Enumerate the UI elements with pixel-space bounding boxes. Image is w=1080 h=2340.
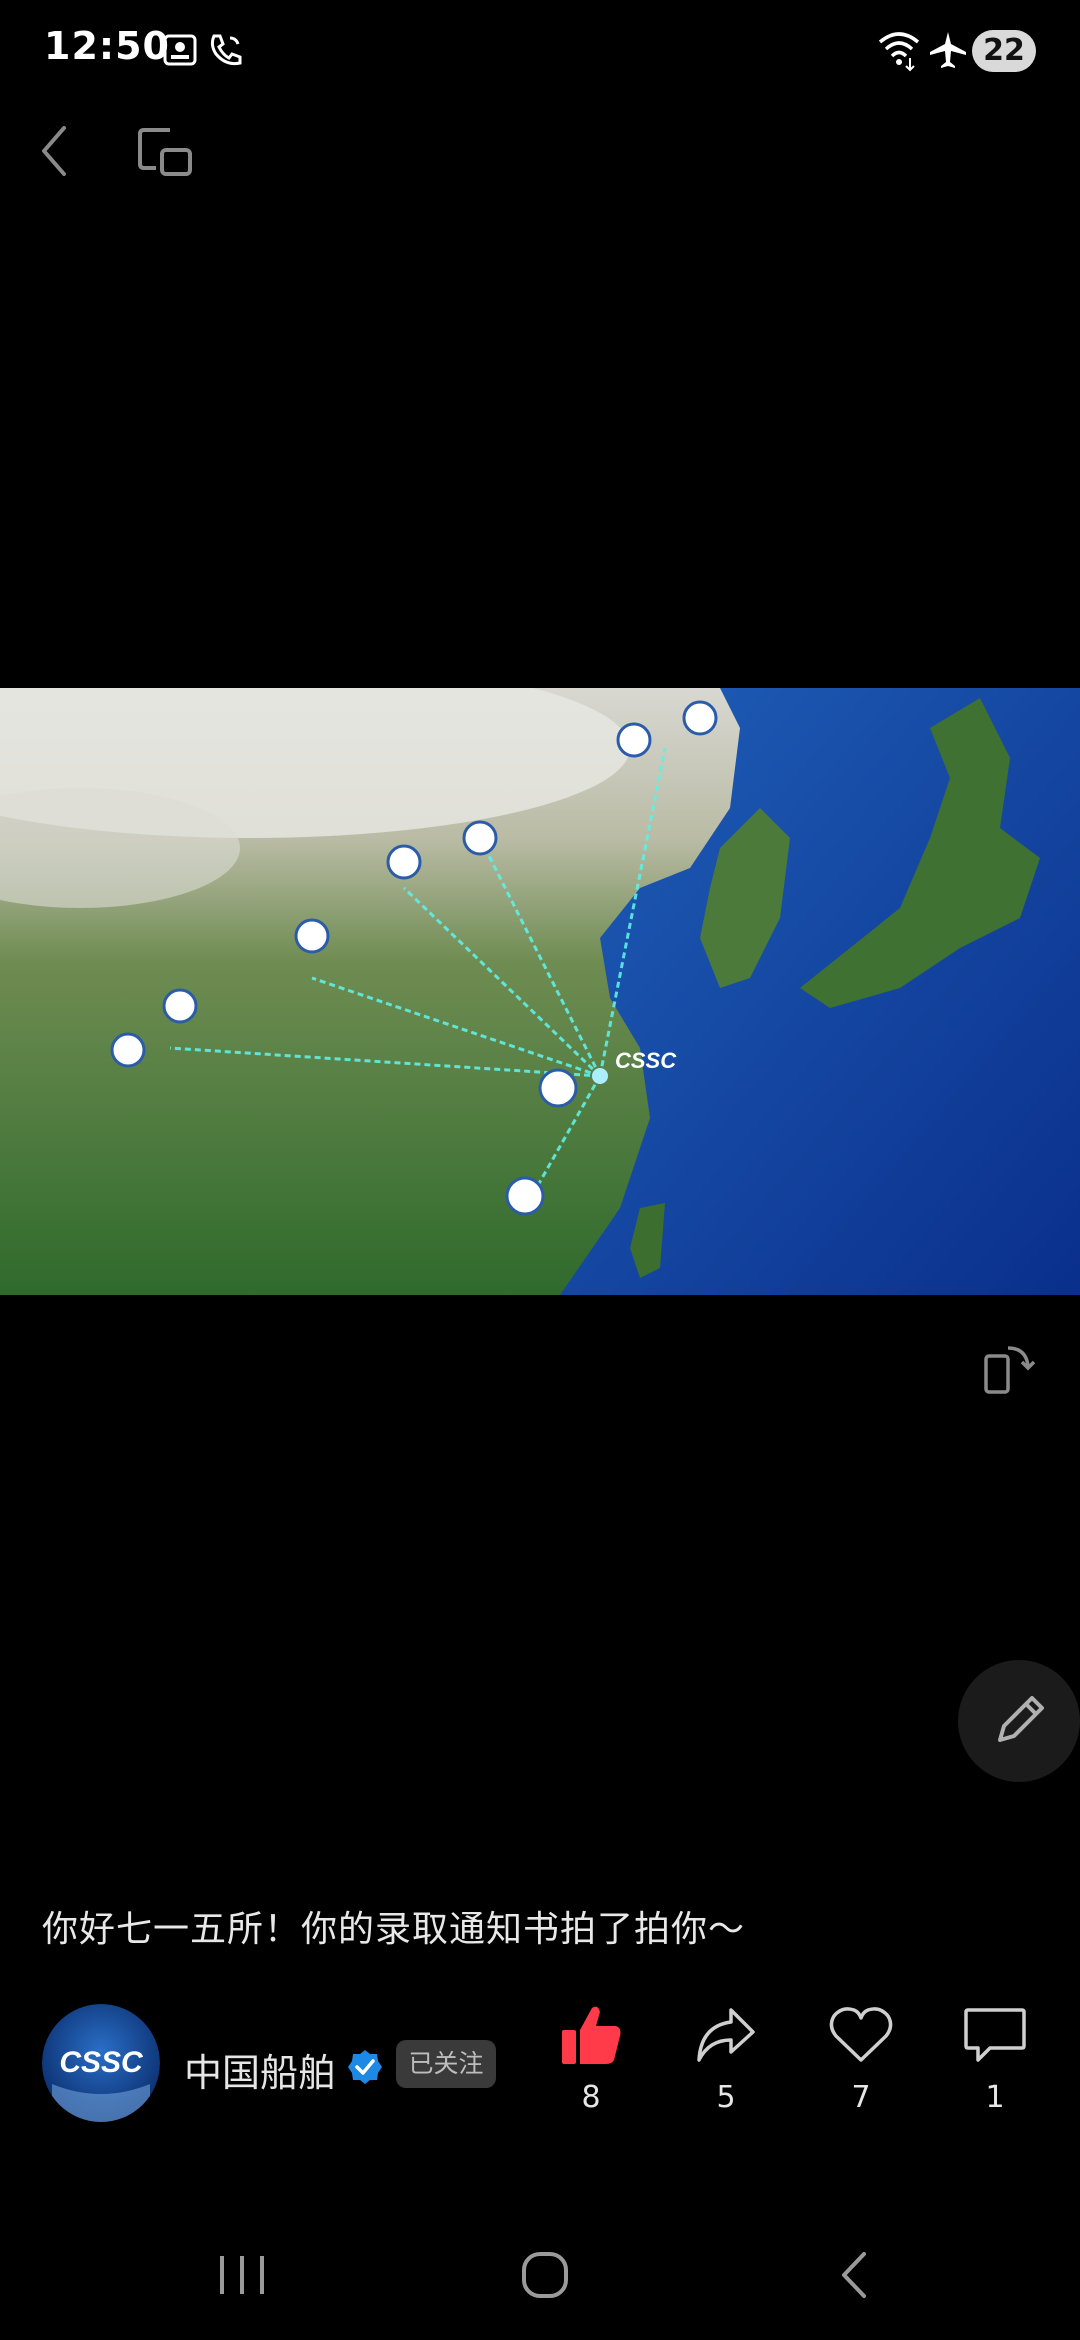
rotate-icon: [984, 1346, 1036, 1394]
thumbs-up-icon: [562, 2006, 621, 2064]
comment-count: 1: [985, 2080, 1005, 2115]
back-arrow-icon: [42, 126, 66, 176]
battery-indicator: 22: [972, 30, 1036, 72]
like-count: 8: [581, 2080, 601, 2115]
recent-apps-icon: [220, 2256, 264, 2294]
avatar[interactable]: CSSC: [42, 2004, 160, 2122]
back-button[interactable]: [30, 118, 80, 184]
favorite-button[interactable]: 7: [811, 2000, 911, 2115]
share-count: 5: [716, 2080, 736, 2115]
screen-record-icon: [160, 30, 200, 70]
favorite-count: 7: [851, 2080, 871, 2115]
like-button[interactable]: 8: [541, 2000, 641, 2115]
rotate-screen-button[interactable]: [978, 1340, 1038, 1400]
home-icon: [522, 2252, 568, 2298]
system-back-icon: [842, 2252, 866, 2298]
airplane-icon: [928, 30, 968, 70]
comment-bubble-icon: [964, 2008, 1026, 2062]
share-arrow-icon: [697, 2008, 755, 2062]
pencil-icon: [998, 1696, 1044, 1742]
follow-status-button[interactable]: 已关注: [396, 2040, 496, 2088]
status-time: 12:50: [44, 24, 170, 68]
heart-icon: [829, 2007, 893, 2062]
verified-badge-icon: [346, 2048, 384, 2086]
wifi-calling-icon: [206, 30, 246, 70]
edit-button[interactable]: [958, 1660, 1080, 1782]
system-back-button[interactable]: [824, 2240, 884, 2310]
avatar-text: CSSC: [59, 2046, 144, 2079]
map-video-frame: CSSC: [0, 688, 1080, 1295]
account-name[interactable]: 中国船舶: [184, 2042, 336, 2097]
comment-button[interactable]: 1: [945, 2000, 1045, 2115]
svg-text:CSSC: CSSC: [615, 1048, 677, 1073]
picture-in-picture-button[interactable]: [136, 122, 198, 184]
home-button[interactable]: [510, 2240, 580, 2310]
video-player[interactable]: CSSC: [0, 688, 1080, 1295]
wifi-icon: [876, 28, 922, 72]
share-button[interactable]: 5: [676, 2000, 776, 2115]
post-caption: 你好七一五所！你的录取通知书拍了拍你～: [42, 1909, 746, 1950]
picture-in-picture-icon: [138, 128, 192, 176]
recent-apps-button[interactable]: [212, 2240, 272, 2310]
